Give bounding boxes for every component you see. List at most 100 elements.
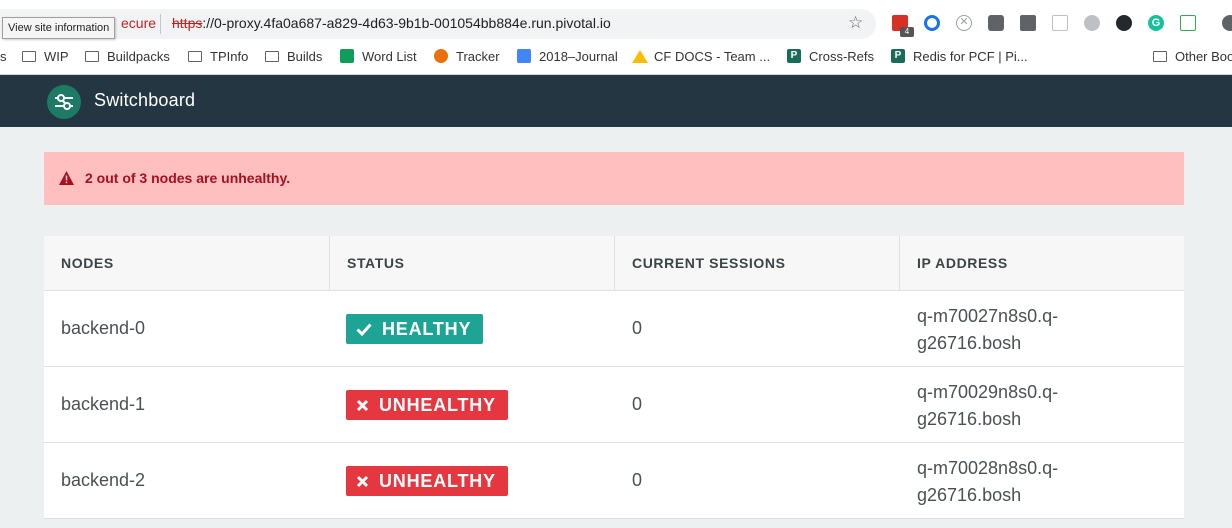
node-cell: backend-2	[44, 443, 330, 518]
node-cell: backend-0	[44, 291, 330, 366]
bookmark-label: Redis for PCF | Pi...	[913, 48, 1028, 64]
status-badge: HEALTHY	[346, 314, 484, 344]
ip-line: q-m70028n8s0.q-	[917, 458, 1059, 478]
bookmark-label: Tracker	[456, 48, 500, 64]
security-indicator[interactable]: ecure	[121, 15, 156, 31]
bookmark-label: s	[0, 48, 7, 64]
bookmark-label: CF DOCS - Team ...	[654, 48, 771, 64]
ip-address: q-m70028n8s0.q-g26716.bosh	[917, 455, 1137, 509]
header-nodes: NODES	[61, 255, 114, 271]
bookmark-label: Word List	[362, 48, 417, 64]
ip-line: g26716.bosh	[917, 333, 1022, 353]
address-separator	[160, 14, 161, 34]
profile-avatar[interactable]	[1222, 15, 1232, 31]
node-name: backend-2	[61, 470, 146, 490]
status-cell: UNHEALTHY	[330, 367, 615, 442]
bookmark-label: TPInfo	[210, 48, 249, 64]
folder-icon	[85, 50, 99, 62]
bookmark-item[interactable]: P Cross-Refs	[787, 46, 874, 66]
warning-icon	[59, 171, 74, 185]
bookmark-item[interactable]: s	[0, 46, 7, 66]
p-icon: P	[787, 49, 801, 63]
site-info-tooltip: View site information	[2, 17, 116, 39]
status-badge: UNHEALTHY	[346, 466, 508, 496]
extension-dot-icon[interactable]	[1084, 15, 1100, 31]
unhealthy-alert: 2 out of 3 nodes are unhealthy.	[44, 152, 1184, 205]
nodes-table: NODES STATUS CURRENT SESSIONS IP ADDRESS…	[44, 236, 1184, 519]
extension-badge: 4	[900, 27, 914, 37]
alert-message: 2 out of 3 nodes are unhealthy.	[85, 170, 291, 186]
bookmark-star-icon[interactable]: ☆	[848, 13, 863, 33]
drive-icon	[632, 49, 648, 63]
ip-cell: q-m70027n8s0.q-g26716.bosh	[900, 291, 1184, 366]
bookmark-item[interactable]: CF DOCS - Team ...	[632, 46, 770, 66]
bookmark-label: Other Boo	[1175, 48, 1232, 64]
ip-line: g26716.bosh	[917, 485, 1022, 505]
header-ip-address: IP ADDRESS	[917, 255, 1008, 271]
bookmark-item[interactable]: Builds	[265, 46, 322, 66]
docs-icon	[517, 49, 531, 63]
bookmark-item[interactable]: WIP	[22, 46, 69, 66]
extension-lock-icon[interactable]	[988, 15, 1004, 31]
current-sessions: 0	[632, 318, 643, 338]
app-header: Switchboard	[0, 75, 1232, 127]
ip-line: q-m70027n8s0.q-	[917, 306, 1059, 326]
header-cell: NODES	[44, 236, 330, 290]
bookmark-label: Buildpacks	[107, 48, 170, 64]
x-icon	[356, 475, 369, 487]
header-cell: IP ADDRESS	[900, 236, 1184, 290]
switchboard-logo-icon[interactable]	[47, 85, 81, 119]
header-cell: STATUS	[330, 236, 615, 290]
bookmark-item[interactable]: Other Boo	[1153, 46, 1232, 66]
bookmark-item[interactable]: Tracker	[434, 46, 500, 66]
bookmark-label: Cross-Refs	[809, 48, 875, 64]
bookmark-item[interactable]: Word List	[340, 46, 417, 66]
p-icon: P	[891, 49, 905, 63]
ip-cell: q-m70028n8s0.q-g26716.bosh	[900, 443, 1184, 518]
bookmark-label: 2018–Journal	[539, 48, 618, 64]
status-label: HEALTHY	[382, 318, 472, 339]
url-text[interactable]: https://0-proxy.4fa0a687-a829-4d63-9b1b-…	[172, 15, 611, 31]
folder-icon	[1153, 50, 1167, 62]
ip-address: q-m70027n8s0.q-g26716.bosh	[917, 303, 1137, 357]
status-cell: HEALTHY	[330, 291, 615, 366]
bookmark-label: WIP	[44, 48, 69, 64]
current-sessions: 0	[632, 470, 643, 490]
ip-cell: q-m70029n8s0.q-g26716.bosh	[900, 367, 1184, 442]
node-name: backend-0	[61, 318, 146, 338]
grammarly-icon[interactable]: G	[1148, 15, 1164, 31]
extension-close-icon[interactable]: ✕	[956, 15, 972, 31]
browser-toolbar: ecure https://0-proxy.4fa0a687-a829-4d63…	[0, 0, 1232, 75]
node-cell: backend-1	[44, 367, 330, 442]
app-title[interactable]: Switchboard	[94, 90, 195, 111]
node-name: backend-1	[61, 394, 146, 414]
table-row: backend-1 UNHEALTHY 0 q-m70029n8s0.q-g26…	[44, 367, 1184, 443]
bookmarks-bar: s WIP Buildpacks TPInfo Builds Word List…	[0, 46, 1232, 66]
folder-icon	[188, 50, 202, 62]
sheets-icon	[340, 49, 354, 63]
extension-bookmark-icon[interactable]	[1020, 15, 1036, 31]
status-badge: UNHEALTHY	[346, 390, 508, 420]
bookmark-item[interactable]: Buildpacks	[85, 46, 170, 66]
header-status: STATUS	[347, 255, 405, 271]
folder-icon	[265, 50, 279, 62]
header-cell: CURRENT SESSIONS	[615, 236, 900, 290]
current-sessions: 0	[632, 394, 643, 414]
extension-circle-icon[interactable]	[924, 15, 940, 31]
bookmark-item[interactable]: TPInfo	[188, 46, 248, 66]
bookmark-label: Builds	[287, 48, 323, 64]
extension-sheet-icon[interactable]	[1180, 15, 1196, 31]
status-label: UNHEALTHY	[379, 470, 496, 491]
bookmark-item[interactable]: P Redis for PCF | Pi...	[891, 46, 1028, 66]
table-row: backend-0 HEALTHY 0 q-m70027n8s0.q-g2671…	[44, 291, 1184, 367]
ip-line: g26716.bosh	[917, 409, 1022, 429]
x-icon	[356, 399, 369, 411]
check-icon	[356, 323, 372, 336]
github-icon[interactable]	[1116, 15, 1132, 31]
folder-icon	[22, 50, 36, 62]
tracker-icon	[434, 49, 448, 63]
sessions-cell: 0	[615, 291, 900, 366]
status-cell: UNHEALTHY	[330, 443, 615, 518]
extension-chat-icon[interactable]	[1052, 15, 1068, 31]
bookmark-item[interactable]: 2018–Journal	[517, 46, 618, 66]
